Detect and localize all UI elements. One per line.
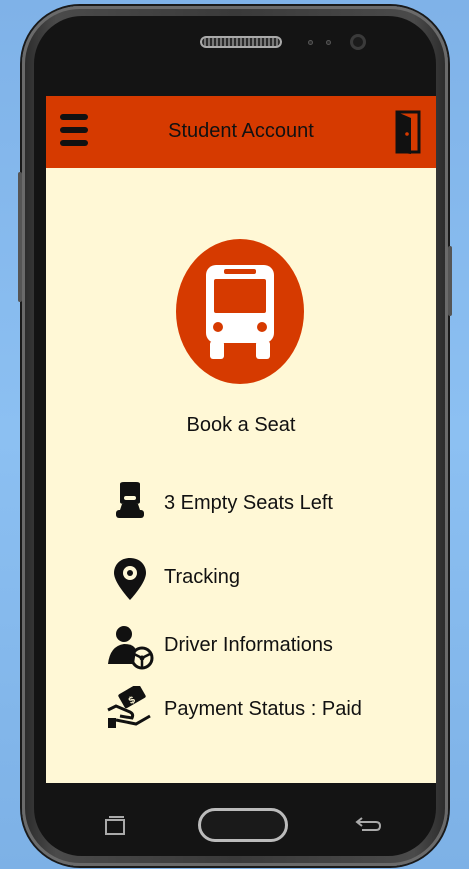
bus-icon — [206, 265, 274, 359]
volume-button — [18, 172, 22, 302]
sensor — [308, 40, 313, 45]
location-pin-icon — [114, 558, 146, 600]
empty-seats-label: 3 Empty Seats Left — [164, 492, 333, 514]
seat-icon — [116, 482, 144, 518]
payment-icon: $ — [107, 686, 151, 728]
earpiece-speaker — [200, 36, 282, 48]
power-button — [448, 246, 452, 316]
recent-apps-icon[interactable] — [102, 814, 130, 838]
back-icon[interactable] — [352, 814, 382, 836]
book-seat-button[interactable] — [176, 239, 304, 384]
home-button[interactable] — [198, 808, 288, 842]
list-item-tracking[interactable]: Tracking — [106, 554, 406, 602]
front-camera — [350, 34, 366, 50]
sensor — [326, 40, 331, 45]
app-header: Student Account — [46, 96, 436, 168]
driver-icon — [108, 626, 154, 670]
list-item-empty-seats[interactable]: 3 Empty Seats Left — [106, 480, 406, 528]
page-title: Student Account — [168, 120, 314, 142]
list-item-driver-info[interactable]: Driver Informations — [106, 622, 406, 670]
book-seat-label[interactable]: Book a Seat — [46, 414, 436, 437]
door-exit-icon[interactable] — [393, 108, 423, 156]
app-screen: Student Account Book a Seat 3 Empty Seat… — [46, 96, 436, 783]
tracking-label: Tracking — [164, 566, 240, 588]
payment-status-label: Payment Status : Paid — [164, 698, 362, 720]
driver-info-label: Driver Informations — [164, 634, 333, 656]
list-item-payment-status[interactable]: $ Payment Status : Paid — [106, 686, 406, 734]
